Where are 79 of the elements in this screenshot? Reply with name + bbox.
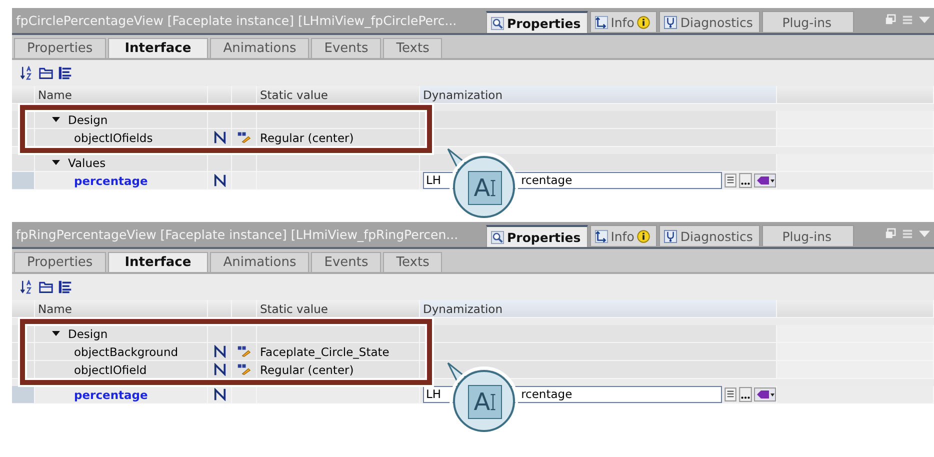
editor-tab[interactable]: Events <box>311 252 382 272</box>
group-name: Design <box>68 112 108 126</box>
inspector-tab[interactable]: Plug-ins <box>762 225 854 246</box>
connector-icon <box>212 345 226 358</box>
folder-icon[interactable] <box>39 66 53 80</box>
table-cell[interactable] <box>257 386 420 404</box>
table-cell: percentage <box>35 172 208 190</box>
table-cell[interactable] <box>257 172 420 190</box>
table-cell: objectIOfields <box>35 129 208 147</box>
table-cell: percentage <box>35 386 208 404</box>
text-cursor-icon <box>490 177 496 199</box>
folder-icon[interactable] <box>39 280 53 294</box>
editor-tab[interactable]: Interface <box>108 252 208 272</box>
inspector-tab[interactable]: Plug-ins <box>762 11 854 32</box>
editor-tab[interactable]: Animations <box>210 38 310 58</box>
column-header[interactable]: Dynamization <box>420 300 777 318</box>
editor-tab[interactable]: Texts <box>383 252 442 272</box>
column-header[interactable]: Static value <box>257 300 420 318</box>
table-cell[interactable]: Faceplate_Circle_State <box>257 343 420 361</box>
editor-tab[interactable]: Events <box>311 38 382 58</box>
more-icon[interactable] <box>739 173 752 188</box>
group-name: Values <box>68 156 106 170</box>
table-cell[interactable] <box>257 111 420 129</box>
stethoscope-icon <box>664 230 678 242</box>
inspector-tab[interactable]: Diagnostics <box>659 225 760 246</box>
pencil-icon[interactable] <box>237 131 251 144</box>
row-header-cell[interactable] <box>12 154 35 172</box>
magnifier-icon <box>491 230 504 244</box>
more-icon[interactable] <box>739 387 752 402</box>
sort-icon[interactable] <box>20 66 34 80</box>
row-header-cell[interactable] <box>12 386 35 404</box>
inspector-tab[interactable]: Diagnostics <box>659 11 760 32</box>
inspector-tab[interactable]: Properties <box>486 225 588 247</box>
editor-tab[interactable]: Animations <box>210 252 310 272</box>
table-cell[interactable]: Regular (center) <box>257 361 420 379</box>
stethoscope-icon <box>664 16 678 28</box>
expand-arrow-icon[interactable] <box>52 331 60 336</box>
arrows-icon <box>594 16 608 28</box>
pencil-icon[interactable] <box>237 345 251 358</box>
magnifier-icon <box>491 16 504 30</box>
tag-dropdown-icon[interactable] <box>754 387 776 402</box>
connector-icon <box>212 388 226 401</box>
connector-icon <box>212 131 226 144</box>
pencil-icon[interactable] <box>237 363 251 376</box>
sort-icon[interactable] <box>20 280 34 294</box>
connector-icon <box>212 363 226 376</box>
inspector-tab[interactable]: Info <box>590 225 658 246</box>
window-title: fpRingPercentageView [Faceplate instance] [LHmiView_fpRingPercen... <box>15 227 460 244</box>
editor-tab[interactable]: Interface <box>108 38 208 58</box>
column-header[interactable]: Name <box>35 86 208 104</box>
row-header-cell[interactable] <box>12 172 35 190</box>
info-badge-icon <box>637 230 650 242</box>
column-header[interactable]: Static value <box>257 86 420 104</box>
editor-tab[interactable]: Properties <box>14 38 106 58</box>
info-badge-icon <box>637 16 650 28</box>
inspector-tab[interactable]: Info <box>590 11 658 32</box>
tag-dropdown-icon[interactable] <box>754 173 776 188</box>
text-cursor-icon <box>490 391 496 413</box>
window-title: fpCirclePercentageView [Faceplate instance] [LHmiView_fpCirclePerc... <box>15 13 458 30</box>
list-icon[interactable] <box>58 280 72 294</box>
table-cell: objectBackground <box>35 343 208 361</box>
connector-icon <box>212 174 226 187</box>
editor-tab[interactable]: Texts <box>383 38 442 58</box>
list-icon[interactable] <box>724 173 737 188</box>
column-header[interactable]: Dynamization <box>420 86 777 104</box>
expand-arrow-icon[interactable] <box>52 117 60 122</box>
table-cell[interactable] <box>257 325 420 343</box>
arrows-icon <box>594 230 608 242</box>
column-header[interactable]: Name <box>35 300 208 318</box>
table-cell: objectIOfield <box>35 361 208 379</box>
table-cell[interactable]: Regular (center) <box>257 129 420 147</box>
table-cell[interactable] <box>257 154 420 172</box>
inspector-tab[interactable]: Properties <box>486 11 588 33</box>
editor-tab[interactable]: Properties <box>14 252 106 272</box>
table-cell <box>232 154 257 172</box>
group-name: Design <box>68 326 108 340</box>
expand-arrow-icon[interactable] <box>52 160 60 165</box>
list-icon[interactable] <box>58 66 72 80</box>
list-icon[interactable] <box>724 387 737 402</box>
